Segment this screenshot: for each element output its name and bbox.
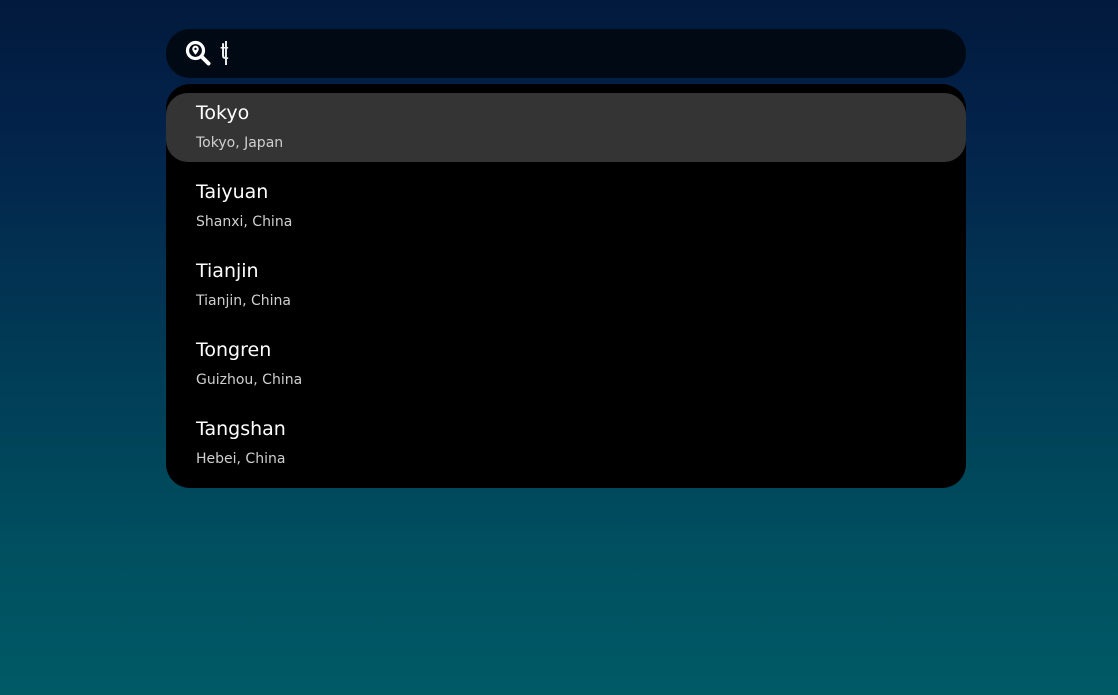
- suggestion-region: Guizhou, China: [196, 372, 303, 388]
- suggestion-city: Taiyuan: [196, 181, 269, 203]
- suggestion-city: Tongren: [196, 339, 272, 361]
- suggestion-item-tianjin[interactable]: Tianjin Tianjin, China: [166, 251, 966, 320]
- suggestion-city: Tokyo: [196, 102, 250, 124]
- suggestion-region: Shanxi, China: [196, 214, 293, 230]
- suggestion-region: Tokyo, Japan: [196, 135, 284, 151]
- suggestions-list: Tokyo Tokyo, Japan Taiyuan Shanxi, China…: [166, 84, 966, 488]
- location-search-icon[interactable]: [185, 40, 211, 66]
- text-caret: [225, 41, 227, 65]
- suggestion-city: Tangshan: [196, 418, 286, 440]
- suggestion-item-tangshan[interactable]: Tangshan Hebei, China: [166, 409, 966, 478]
- suggestion-city: Tianjin: [196, 260, 259, 282]
- suggestion-region: Hebei, China: [196, 451, 286, 467]
- suggestion-item-taiyuan[interactable]: Taiyuan Shanxi, China: [166, 172, 966, 241]
- suggestion-region: Tianjin, China: [196, 293, 292, 309]
- suggestion-item-tongren[interactable]: Tongren Guizhou, China: [166, 330, 966, 399]
- search-input[interactable]: [220, 37, 940, 69]
- suggestion-item-tokyo[interactable]: Tokyo Tokyo, Japan: [166, 93, 966, 162]
